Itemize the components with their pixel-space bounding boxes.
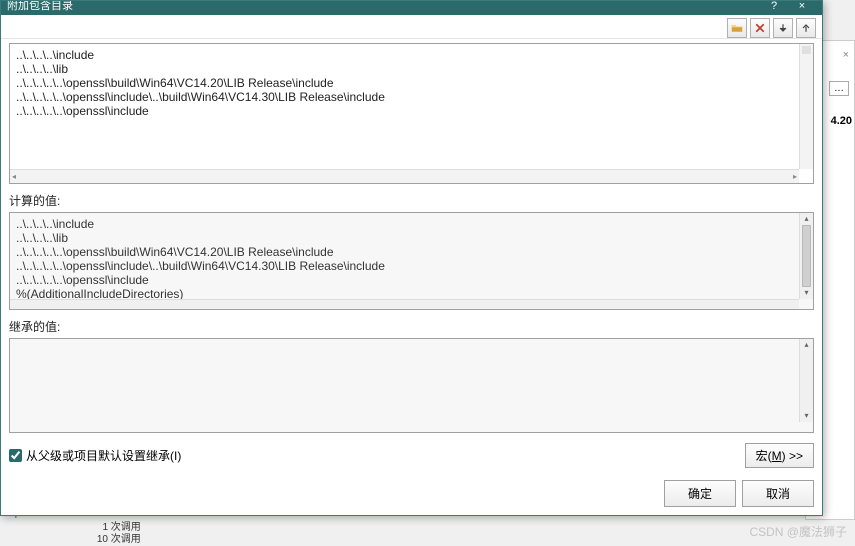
- delete-button[interactable]: [750, 18, 770, 38]
- dialog-title: 附加包含目录: [7, 1, 760, 11]
- move-up-button[interactable]: [796, 18, 816, 38]
- additional-include-dirs-dialog: 附加包含目录 ? × ..\..\..\..\include ..\..\..\…: [0, 0, 823, 516]
- close-icon[interactable]: ×: [843, 49, 849, 61]
- delete-x-icon: [754, 22, 766, 34]
- vertical-scrollbar[interactable]: ▴ ▾: [799, 339, 813, 422]
- horizontal-scrollbar[interactable]: [10, 299, 799, 309]
- more-button[interactable]: …: [829, 81, 849, 96]
- horizontal-scrollbar[interactable]: ◂▸: [10, 169, 799, 183]
- version-label: 4.20: [831, 115, 852, 127]
- toolbar: [1, 15, 822, 39]
- inherit-checkbox-row[interactable]: 从父级或项目默认设置继承(I): [9, 447, 181, 464]
- cancel-button[interactable]: 取消: [742, 480, 814, 507]
- macros-button[interactable]: 宏(M) >>: [745, 443, 814, 468]
- help-button[interactable]: ?: [760, 1, 788, 11]
- paths-editor[interactable]: ..\..\..\..\include ..\..\..\..\lib ..\.…: [9, 43, 814, 184]
- inherited-label: 继承的值:: [9, 318, 814, 335]
- ok-button[interactable]: 确定: [664, 480, 736, 507]
- inherit-checkbox[interactable]: [9, 449, 22, 462]
- inherited-values-box: ▴ ▾: [9, 338, 814, 433]
- evaluated-values-box: ..\..\..\..\include ..\..\..\..\lib ..\.…: [9, 212, 814, 309]
- move-down-button[interactable]: [773, 18, 793, 38]
- arrow-up-icon: [800, 22, 812, 34]
- evaluated-label: 计算的值:: [9, 192, 814, 209]
- new-line-button[interactable]: [727, 18, 747, 38]
- close-button[interactable]: ×: [788, 1, 816, 11]
- watermark: CSDN @魔法狮子: [749, 523, 847, 540]
- vertical-scrollbar[interactable]: [799, 44, 813, 169]
- titlebar: 附加包含目录 ? ×: [1, 1, 822, 15]
- bg-call-list: 1 次调用 10 次调用: [90, 522, 141, 546]
- inherit-checkbox-label: 从父级或项目默认设置继承(I): [26, 447, 181, 464]
- arrow-down-icon: [777, 22, 789, 34]
- folder-icon: [731, 22, 743, 34]
- vertical-scrollbar[interactable]: ▴ ▾: [799, 213, 813, 298]
